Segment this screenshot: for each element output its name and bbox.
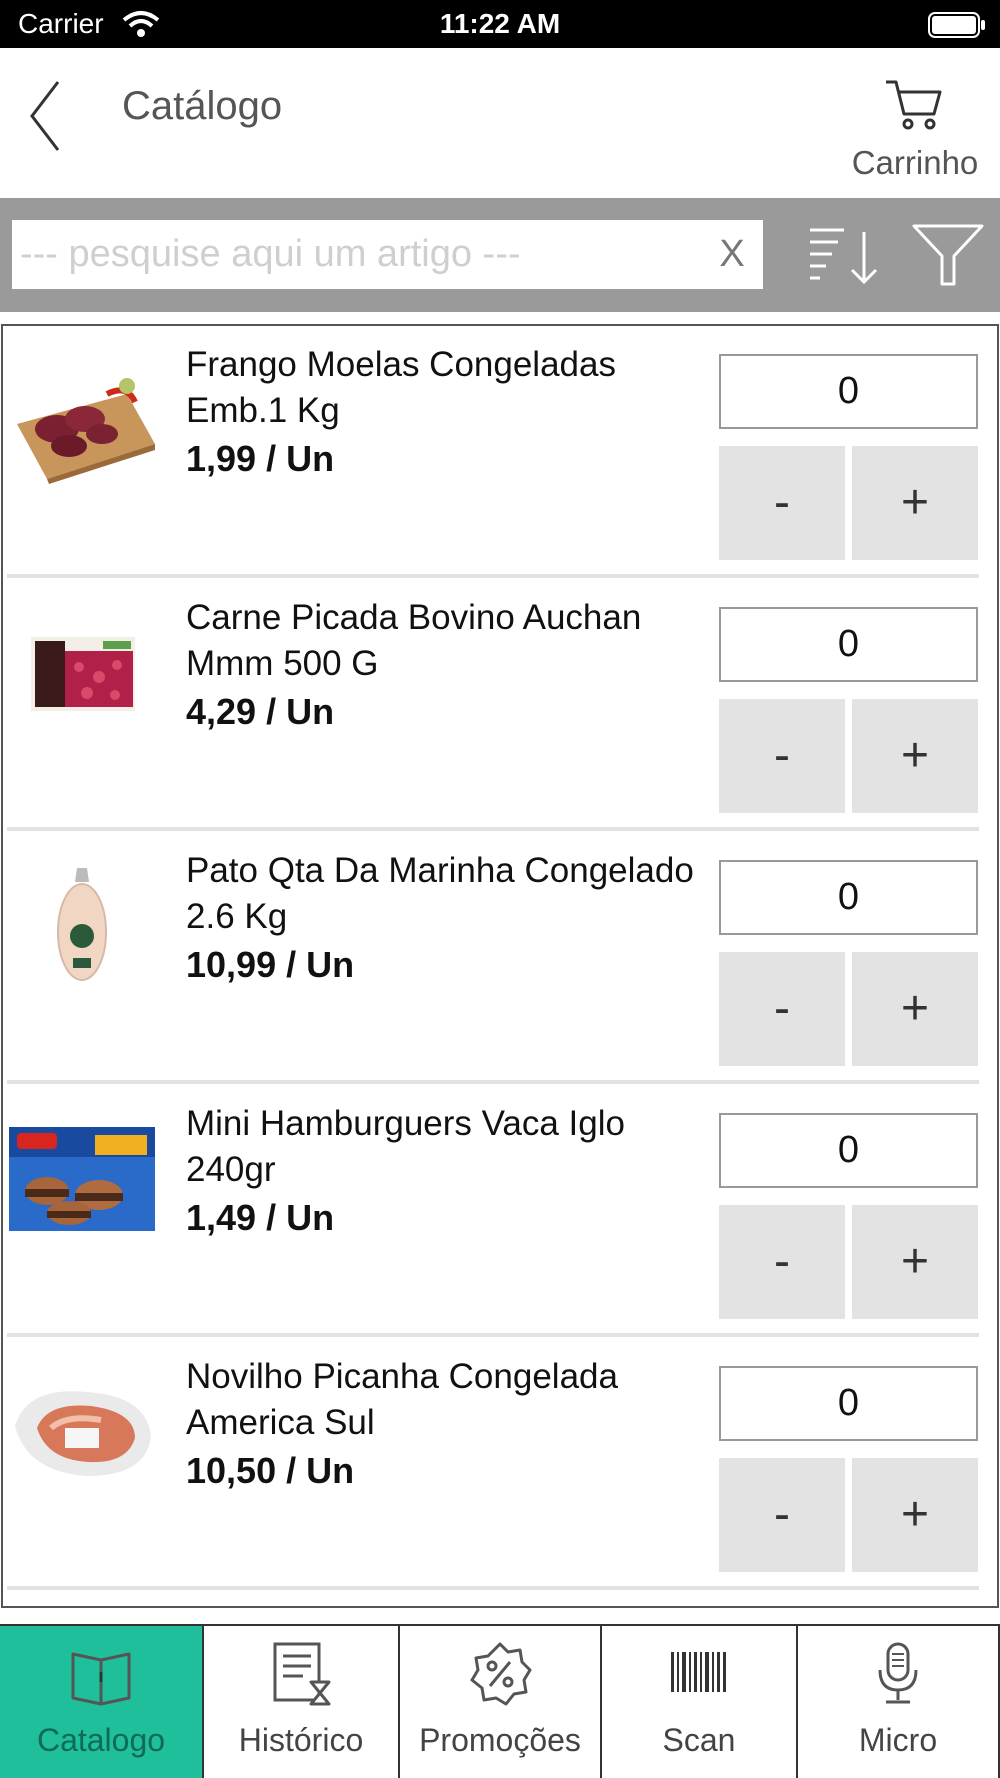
page-title: Catálogo — [122, 84, 283, 128]
product-image-carne-picada — [31, 637, 135, 711]
filter-button[interactable] — [908, 220, 988, 290]
chevron-left-icon — [30, 81, 60, 151]
list-item: Novilho Picanha Congelada America Sul 10… — [3, 1338, 997, 1591]
search-box: X — [12, 220, 763, 289]
list-item: Carne Picada Bovino Auchan Mmm 500 G 4,2… — [3, 579, 997, 832]
tab-catalogo[interactable]: Catalogo — [0, 1626, 202, 1778]
tab-historico[interactable]: Histórico — [202, 1626, 398, 1778]
product-image-mini-hamburguers — [9, 1127, 155, 1231]
product-image-novilho-picanha — [15, 1391, 151, 1476]
product-price: 4,29 / Un — [186, 691, 335, 732]
tab-label: Scan — [662, 1722, 736, 1758]
quantity-field[interactable]: 0 — [719, 860, 978, 935]
cart-label: Carrinho — [851, 144, 979, 181]
product-image-frango-moelas — [17, 378, 155, 484]
divider — [7, 574, 979, 578]
cart-icon — [886, 80, 942, 130]
decrement-button[interactable]: - — [719, 1205, 845, 1319]
increment-button[interactable]: + — [852, 1205, 978, 1319]
product-price: 10,99 / Un — [186, 944, 355, 985]
barcode-icon — [671, 1652, 726, 1692]
list-item: Frango Moelas Congeladas Emb.1 Kg 1,99 /… — [3, 326, 997, 579]
product-list: Frango Moelas Congeladas Emb.1 Kg 1,99 /… — [1, 324, 999, 1608]
quantity-field[interactable]: 0 — [719, 354, 978, 429]
nav-bar: Catálogo Carrinho — [0, 48, 1000, 198]
back-button[interactable] — [24, 76, 74, 156]
status-bar: Carrier 11:22 AM — [0, 0, 1000, 48]
list-item: Pato Qta Da Marinha Congelado 2.6 Kg 10,… — [3, 832, 997, 1085]
product-name: Carne Picada Bovino Auchan Mmm 500 G — [186, 598, 642, 683]
sort-icon — [810, 228, 878, 285]
tab-bar: Catalogo Histórico Promoções Scan Micro — [0, 1624, 1000, 1778]
increment-button[interactable]: + — [852, 952, 978, 1066]
clear-search-button[interactable]: X — [704, 226, 760, 282]
percent-badge-icon — [470, 1642, 532, 1706]
decrement-button[interactable]: - — [719, 446, 845, 560]
divider — [7, 1080, 979, 1084]
microphone-icon — [878, 1642, 918, 1704]
tab-micro[interactable]: Micro — [796, 1626, 998, 1778]
increment-button[interactable]: + — [852, 446, 978, 560]
product-name: Frango Moelas Congeladas Emb.1 Kg — [186, 345, 616, 430]
list-item: Mini Hamburguers Vaca Iglo 240gr 1,49 / … — [3, 1085, 997, 1338]
history-icon — [273, 1642, 331, 1706]
product-name: Novilho Picanha Congelada America Sul — [186, 1357, 618, 1442]
book-icon — [71, 1652, 131, 1706]
product-name: Mini Hamburguers Vaca Iglo 240gr — [186, 1104, 625, 1189]
quantity-field[interactable]: 0 — [719, 607, 978, 682]
product-name: Pato Qta Da Marinha Congelado 2.6 Kg — [186, 851, 694, 936]
decrement-button[interactable]: - — [719, 952, 845, 1066]
product-price: 1,49 / Un — [186, 1197, 335, 1238]
quantity-field[interactable]: 0 — [719, 1366, 978, 1441]
tab-label: Micro — [858, 1722, 938, 1758]
tab-label: Catalogo — [36, 1722, 166, 1758]
tab-scan[interactable]: Scan — [600, 1626, 796, 1778]
product-image-pato — [57, 868, 107, 981]
battery-icon — [928, 12, 985, 38]
clock: 11:22 AM — [439, 8, 561, 39]
quantity-field[interactable]: 0 — [719, 1113, 978, 1188]
filter-icon — [912, 224, 984, 286]
cart-button[interactable]: Carrinho — [840, 74, 990, 194]
divider — [7, 1586, 979, 1590]
decrement-button[interactable]: - — [719, 1458, 845, 1572]
search-bar: X — [0, 198, 1000, 312]
sort-button[interactable] — [806, 224, 886, 288]
tab-promocoes[interactable]: Promoções — [398, 1626, 600, 1778]
divider — [7, 1333, 979, 1337]
product-price: 1,99 / Un — [186, 438, 335, 479]
tab-label: Promoções — [419, 1722, 581, 1758]
product-price: 10,50 / Un — [186, 1450, 355, 1491]
tab-label: Histórico — [238, 1722, 364, 1758]
search-input[interactable] — [20, 220, 700, 289]
divider — [7, 827, 979, 831]
decrement-button[interactable]: - — [719, 699, 845, 813]
increment-button[interactable]: + — [852, 1458, 978, 1572]
increment-button[interactable]: + — [852, 699, 978, 813]
